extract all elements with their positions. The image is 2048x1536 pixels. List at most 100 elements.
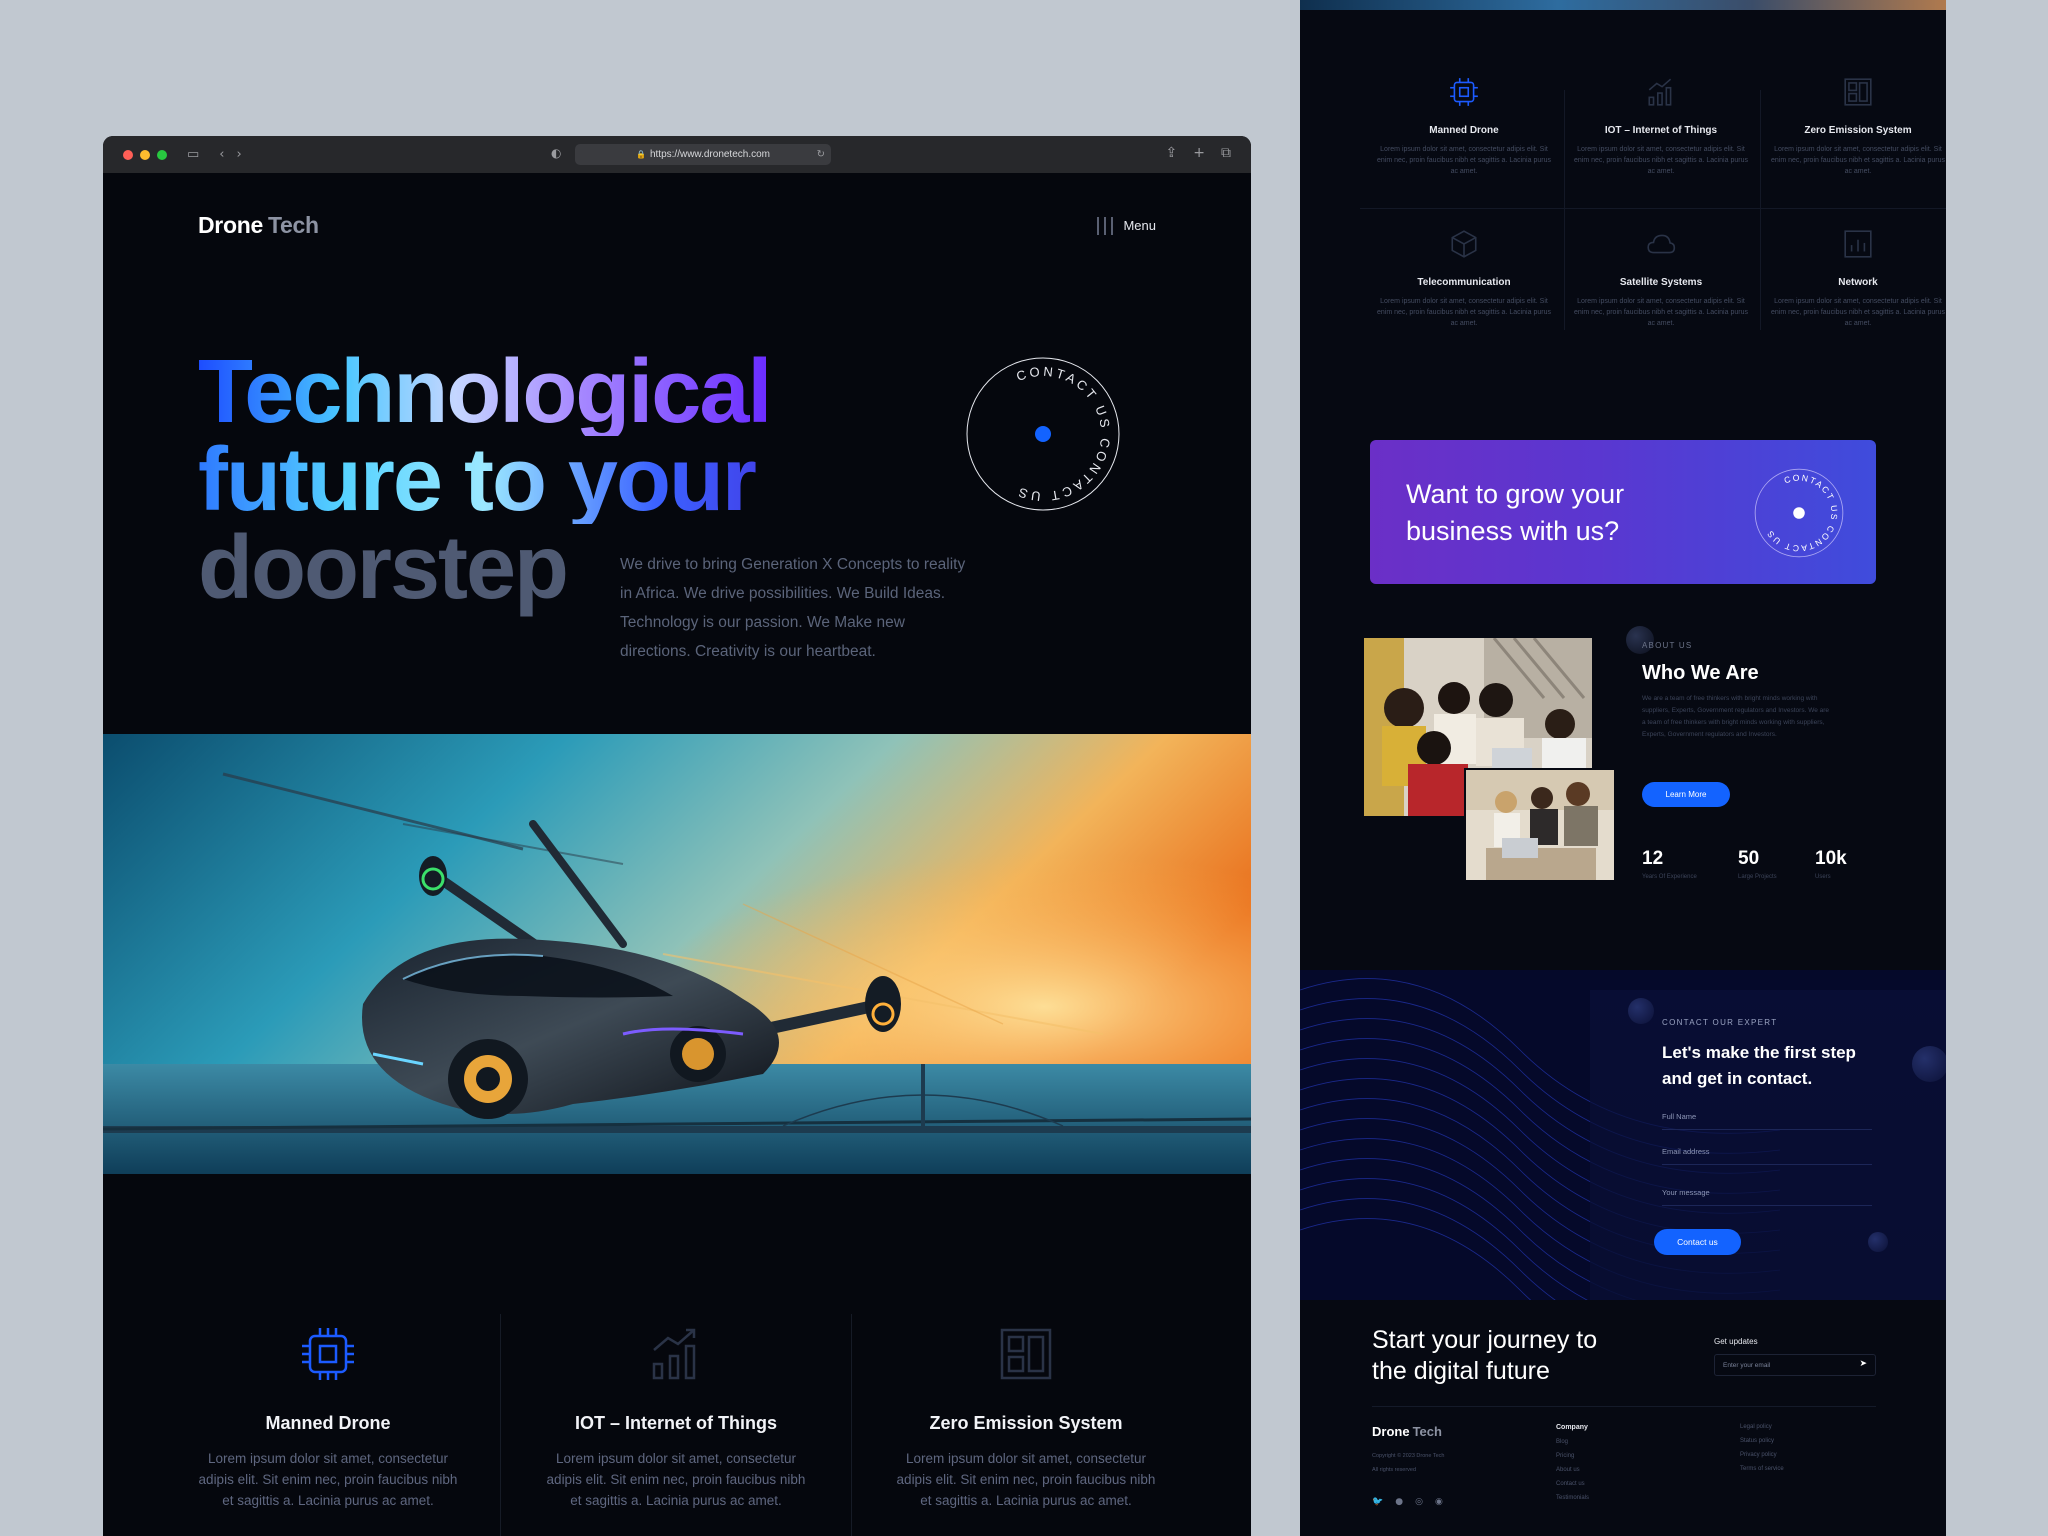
stat-value: 10k — [1815, 848, 1847, 869]
share-icon[interactable]: ⇪ — [1166, 145, 1178, 161]
close-window-button[interactable] — [123, 149, 133, 160]
service-description: Lorem ipsum dolor sit amet, consectetur … — [1377, 146, 1551, 175]
footer-link-testimonials[interactable]: Testimonials — [1556, 1495, 1589, 1501]
service-description: Lorem ipsum dolor sit amet, consectetur … — [1377, 298, 1551, 327]
footer-logo[interactable]: Drone Tech — [1372, 1424, 1442, 1439]
privacy-shield-icon[interactable]: ◐ — [551, 146, 561, 160]
contact-form-card — [1590, 990, 1946, 1300]
service-iot: IOT – Internet of Things Lorem ipsum dol… — [1563, 76, 1759, 177]
stat-label: Users — [1815, 874, 1831, 880]
cube-icon — [1451, 230, 1477, 258]
service-description: Lorem ipsum dolor sit amet, consectetur … — [1771, 298, 1945, 327]
message-field[interactable]: Your message — [1662, 1188, 1872, 1206]
contact-title: Let's make the first step and get in con… — [1662, 1043, 1856, 1088]
footer-link-about[interactable]: About us — [1556, 1467, 1589, 1473]
growth-chart-icon — [1648, 78, 1672, 106]
feature-description: Lorem ipsum dolor sit amet, consectetur … — [198, 1451, 458, 1508]
service-title: Manned Drone — [1429, 125, 1499, 136]
menu-button[interactable]: Menu — [1097, 216, 1156, 235]
service-manned-drone: Manned Drone Lorem ipsum dolor sit amet,… — [1366, 76, 1562, 177]
twitter-icon[interactable]: 🐦 — [1372, 1497, 1383, 1507]
service-zero-emission: Zero Emission System Lorem ipsum dolor s… — [1760, 76, 1946, 177]
footer-link-pricing[interactable]: Pricing — [1556, 1453, 1589, 1459]
panel-grid-icon — [1000, 1328, 1052, 1380]
contact-eyebrow: CONTACT OUR EXPERT — [1662, 1018, 1778, 1027]
service-network: Network Lorem ipsum dolor sit amet, cons… — [1760, 228, 1946, 329]
service-description: Lorem ipsum dolor sit amet, consectetur … — [1574, 146, 1748, 175]
tab-overview-icon[interactable]: ⧉ — [1221, 145, 1231, 161]
decorative-orb — [1912, 1046, 1946, 1082]
growth-chart-icon — [652, 1328, 696, 1380]
stat-users: 10k Users — [1815, 848, 1847, 880]
service-title: Satellite Systems — [1619, 277, 1703, 288]
feature-manned-drone: Manned Drone Lorem ipsum dolor sit amet,… — [193, 1324, 463, 1511]
back-arrow-icon[interactable]: ‹ — [219, 147, 224, 162]
feature-title: Zero Emission System — [929, 1413, 1123, 1433]
flying-car-hero-image — [103, 734, 1251, 1174]
learn-more-button[interactable]: Learn More — [1642, 782, 1730, 807]
feature-title: Manned Drone — [265, 1413, 391, 1433]
full-name-field[interactable]: Full Name — [1662, 1112, 1872, 1130]
panel-grid-icon — [1844, 78, 1872, 106]
browser-window: ▭ ‹ › ◐ 🔒 https://www.dronetech.com ↻ ⇪ … — [103, 136, 1251, 1536]
github-icon[interactable]: ◉ — [1435, 1497, 1443, 1507]
footer-link-status[interactable]: Status policy — [1740, 1438, 1784, 1444]
service-title: Zero Emission System — [1804, 125, 1912, 136]
menu-label: Menu — [1123, 218, 1156, 233]
dribbble-icon[interactable]: ◎ — [1415, 1497, 1423, 1507]
footer-link-privacy[interactable]: Privacy policy — [1740, 1452, 1784, 1458]
hero-title-line-2: future to your — [198, 435, 770, 525]
stat-value: 50 — [1738, 848, 1760, 869]
chip-icon — [1450, 78, 1478, 106]
feature-description: Lorem ipsum dolor sit amet, consectetur … — [896, 1451, 1156, 1508]
contact-us-badge-small[interactable]: CONTACT US CONTACT US — [1754, 468, 1844, 558]
service-satellite-systems: Satellite Systems Lorem ipsum dolor sit … — [1563, 228, 1759, 329]
email-field[interactable]: Email address — [1662, 1147, 1872, 1165]
footer-link-blog[interactable]: Blog — [1556, 1439, 1589, 1445]
bar-chart-icon — [1844, 230, 1872, 258]
newsletter-label: Get updates — [1714, 1337, 1758, 1346]
site-logo[interactable]: Drone Tech — [198, 212, 319, 239]
maximize-window-button[interactable] — [157, 149, 167, 160]
service-description: Lorem ipsum dolor sit amet, consectetur … — [1574, 298, 1748, 327]
feature-zero-emission: Zero Emission System Lorem ipsum dolor s… — [891, 1324, 1161, 1511]
svg-text:CONTACT US CONTACT US: CONTACT US CONTACT US — [1014, 364, 1113, 504]
logo-bold-text: Drone — [198, 212, 263, 238]
footer-column-heading: Company — [1556, 1424, 1588, 1431]
service-telecommunication: Telecommunication Lorem ipsum dolor sit … — [1366, 228, 1562, 329]
newsletter-email-input[interactable]: Enter your email ➤ — [1714, 1354, 1876, 1376]
forward-arrow-icon[interactable]: › — [237, 147, 242, 162]
reload-icon[interactable]: ↻ — [817, 149, 825, 160]
feature-description: Lorem ipsum dolor sit amet, consectetur … — [546, 1451, 806, 1508]
footer-link-terms[interactable]: Terms of service — [1740, 1466, 1784, 1472]
footer-copyright: Copyright © 2023 Drone Tech All rights re… — [1372, 1453, 1445, 1473]
hero-title-line-1: Technological — [198, 342, 772, 442]
cloud-icon — [1647, 234, 1676, 254]
new-tab-icon[interactable]: + — [1193, 145, 1205, 161]
about-title: Who We Are — [1642, 662, 1759, 684]
decorative-orb — [1628, 998, 1654, 1024]
chip-icon — [302, 1328, 354, 1380]
footer-link-legal[interactable]: Legal policy — [1740, 1424, 1784, 1430]
menu-bars-icon — [1097, 216, 1114, 235]
grow-business-banner[interactable]: Want to grow your business with us? CONTA… — [1370, 440, 1876, 584]
footer-link-contact[interactable]: Contact us — [1556, 1481, 1589, 1487]
hero-image-strip — [1300, 0, 1946, 10]
address-bar[interactable]: 🔒 https://www.dronetech.com ↻ — [575, 144, 831, 165]
send-arrow-icon[interactable]: ➤ — [1859, 1359, 1867, 1369]
contact-us-button[interactable]: Contact us — [1654, 1229, 1741, 1255]
facebook-icon[interactable]: ● — [1395, 1497, 1403, 1507]
team-photo-2 — [1464, 768, 1616, 882]
footer-company-links: Company Blog Pricing About us Contact us… — [1556, 1424, 1589, 1509]
social-links: 🐦 ● ◎ ◉ — [1372, 1497, 1443, 1507]
contact-us-badge[interactable]: CONTACT US CONTACT US — [965, 356, 1121, 512]
address-bar-url: https://www.dronetech.com — [649, 149, 771, 160]
stat-label: Years Of Experience — [1642, 874, 1697, 880]
stat-projects: 50 Large Projects — [1738, 848, 1777, 880]
service-title: IOT – Internet of Things — [1604, 125, 1718, 136]
service-description: Lorem ipsum dolor sit amet, consectetur … — [1771, 146, 1945, 175]
contact-section — [1300, 970, 1946, 1300]
grow-business-title: Want to grow your business with us? — [1406, 479, 1625, 546]
minimize-window-button[interactable] — [140, 149, 150, 160]
sidebar-toggle-icon[interactable]: ▭ — [187, 147, 199, 162]
